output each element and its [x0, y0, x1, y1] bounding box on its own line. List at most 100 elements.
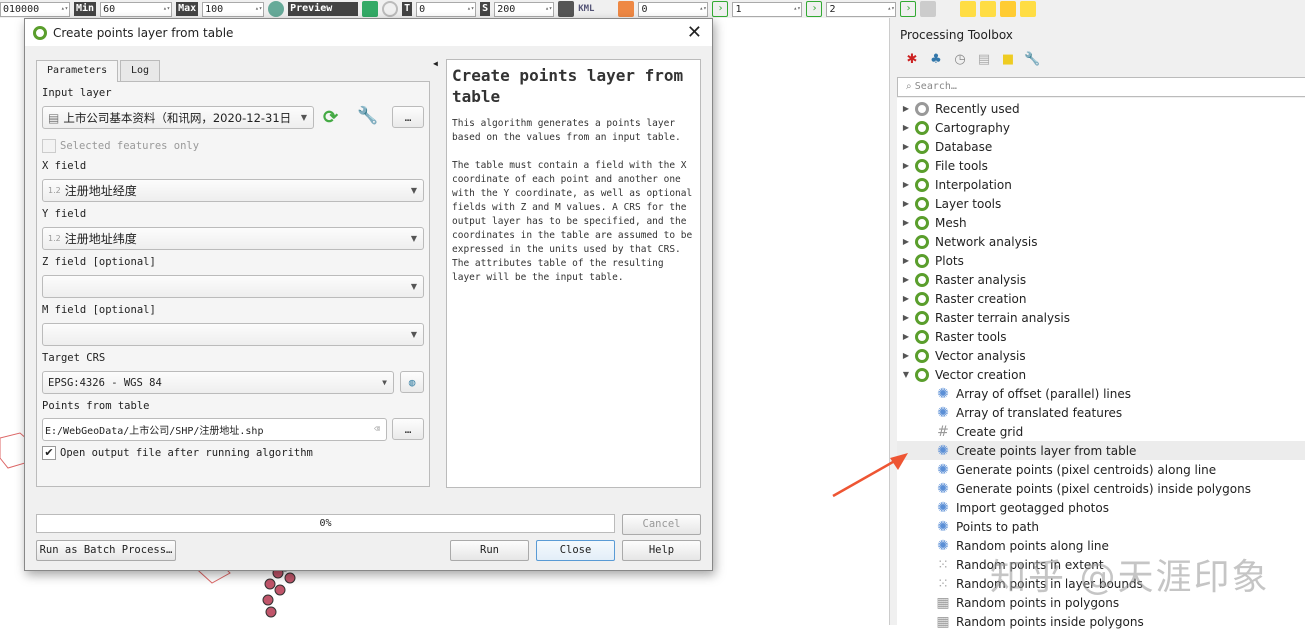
caret-right-icon[interactable]: ▶ — [897, 313, 915, 322]
caret-right-icon[interactable]: ▶ — [897, 180, 915, 189]
caret-right-icon[interactable]: ▶ — [897, 199, 915, 208]
help-title: Create points layer from table — [452, 66, 684, 106]
options-icon[interactable]: 🔧 — [1024, 52, 1040, 68]
tree-item[interactable]: ✺ Create points layer from table — [897, 441, 1305, 460]
trash-icon[interactable] — [558, 1, 575, 17]
toolbox-search-input[interactable]: ⌕ Search… — [897, 77, 1305, 97]
globe-search-icon[interactable] — [268, 1, 285, 17]
caret-right-icon[interactable]: ▶ — [897, 237, 915, 246]
tree-group[interactable]: ▶ Vector analysis — [897, 346, 1305, 365]
gear-icon: ✺ — [937, 404, 949, 421]
tree-group[interactable]: ▶ Mesh — [897, 213, 1305, 232]
z-field-combo[interactable]: ▼ — [42, 275, 424, 298]
m-field-combo[interactable]: ▼ — [42, 323, 424, 346]
caret-right-icon[interactable]: ▶ — [897, 123, 915, 132]
kml-button[interactable]: KML — [578, 4, 594, 14]
s-input[interactable]: 200 — [494, 1, 555, 17]
batch-process-button[interactable]: Run as Batch Process… — [36, 540, 176, 561]
field2-input[interactable]: 1 — [732, 1, 803, 17]
tree-item[interactable]: ▦ Random points inside polygons — [897, 612, 1305, 631]
identify-icon[interactable] — [1020, 1, 1037, 17]
t-input[interactable]: 0 — [416, 1, 477, 17]
caret-right-icon[interactable]: ▶ — [897, 161, 915, 170]
history-icon[interactable]: ◷ — [952, 52, 968, 68]
tree-group[interactable]: ▶ Raster analysis — [897, 270, 1305, 289]
y-field-combo[interactable]: 1.2 注册地址纬度 ▼ — [42, 227, 424, 250]
max-input[interactable]: 100 — [202, 1, 265, 17]
caret-right-icon[interactable]: ▶ — [897, 104, 915, 113]
tree-group[interactable]: ▶ Interpolation — [897, 175, 1305, 194]
tree-item[interactable]: ✺ Points to path — [897, 517, 1305, 536]
tree-group[interactable]: ▼ Vector creation — [897, 365, 1305, 384]
close-icon[interactable]: ✕ — [687, 22, 702, 43]
output-options-button[interactable]: … — [392, 418, 424, 440]
layer-options-button[interactable]: … — [392, 106, 424, 128]
output-label: Points from table — [42, 400, 150, 412]
tree-item[interactable]: ✺ Array of translated features — [897, 403, 1305, 422]
caret-right-icon[interactable]: ▶ — [897, 256, 915, 265]
grid-icon[interactable] — [920, 1, 937, 17]
collapse-arrow-icon[interactable]: ◀ — [433, 59, 438, 68]
tree-item[interactable]: # Create grid — [897, 422, 1305, 441]
tree-item-label: Random points inside polygons — [956, 614, 1144, 629]
select-icon[interactable] — [960, 1, 977, 17]
output-path-input[interactable]: E:/WebGeoData/上市公司/SHP/注册地址.shp ⌫ — [42, 418, 387, 441]
tree-group[interactable]: ▶ Cartography — [897, 118, 1305, 137]
run-button[interactable]: Run — [450, 540, 529, 561]
deselect-icon[interactable] — [1000, 1, 1017, 17]
tree-group[interactable]: ▶ Raster terrain analysis — [897, 308, 1305, 327]
help-button[interactable]: Help — [622, 540, 701, 561]
edit-features-icon[interactable]: ■ — [1000, 52, 1016, 68]
attributes-icon[interactable] — [980, 1, 997, 17]
x-field-combo[interactable]: 1.2 注册地址经度 ▼ — [42, 179, 424, 202]
min-label: Min — [74, 2, 97, 16]
tab-parameters[interactable]: Parameters — [36, 60, 119, 82]
tree-group[interactable]: ▶ Layer tools — [897, 194, 1305, 213]
cancel-button[interactable]: Cancel — [622, 514, 701, 535]
caret-right-icon[interactable]: ▶ — [897, 294, 915, 303]
add-icon[interactable] — [362, 1, 379, 17]
caret-right-icon[interactable]: ▶ — [897, 275, 915, 284]
refresh-icon[interactable] — [382, 1, 399, 17]
clear-icon[interactable]: ⌫ — [374, 424, 380, 435]
tree-group[interactable]: ▶ Raster creation — [897, 289, 1305, 308]
input-layer-combo[interactable]: ▤ 上市公司基本资料（和讯网，2020-12-31日 ▼ — [42, 106, 314, 129]
caret-right-icon[interactable]: ▶ — [897, 218, 915, 227]
target-crs-combo[interactable]: EPSG:4326 - WGS 84 ▼ — [42, 371, 394, 394]
tree-group[interactable]: ▶ File tools — [897, 156, 1305, 175]
close-button[interactable]: Close — [536, 540, 615, 561]
models-icon[interactable]: ✱ — [904, 52, 920, 68]
wrench-icon[interactable]: 🔧 — [357, 106, 378, 126]
caret-down-icon[interactable]: ▼ — [897, 370, 915, 379]
next-icon[interactable]: › — [712, 1, 729, 17]
results-icon[interactable]: ▤ — [976, 52, 992, 68]
open-output-checkbox[interactable]: ✔ — [42, 446, 56, 460]
tree-group[interactable]: ▶ Recently used — [897, 99, 1305, 118]
tree-group[interactable]: ▶ Database — [897, 137, 1305, 156]
tree-group[interactable]: ▶ Raster tools — [897, 327, 1305, 346]
iterate-icon[interactable]: ⟳ — [323, 107, 338, 128]
field3-input[interactable]: 2 — [826, 1, 897, 17]
preview-button[interactable]: Preview — [288, 2, 359, 16]
selected-only-checkbox[interactable] — [42, 139, 56, 153]
caret-right-icon[interactable]: ▶ — [897, 142, 915, 151]
table-icon[interactable] — [618, 1, 635, 17]
min-input[interactable]: 60 — [100, 1, 173, 17]
next-icon[interactable]: › — [806, 1, 823, 17]
qgis-icon — [915, 177, 929, 192]
tree-item[interactable]: ✺ Generate points (pixel centroids) along… — [897, 460, 1305, 479]
tree-group[interactable]: ▶ Network analysis — [897, 232, 1305, 251]
tree-item[interactable]: ✺ Import geotagged photos — [897, 498, 1305, 517]
tab-log[interactable]: Log — [120, 60, 161, 81]
tree-item[interactable]: ✺ Array of offset (parallel) lines — [897, 384, 1305, 403]
caret-right-icon[interactable]: ▶ — [897, 332, 915, 341]
crs-selector-button[interactable]: ◍ — [400, 371, 424, 393]
scale-input[interactable]: 010000 — [0, 1, 70, 17]
python-icon[interactable]: ♣ — [928, 52, 944, 68]
field1-input[interactable]: 0 — [638, 1, 709, 17]
caret-right-icon[interactable]: ▶ — [897, 351, 915, 360]
next-icon[interactable]: › — [900, 1, 917, 17]
search-icon: ⌕ — [906, 81, 915, 92]
tree-group[interactable]: ▶ Plots — [897, 251, 1305, 270]
tree-item[interactable]: ✺ Generate points (pixel centroids) insid… — [897, 479, 1305, 498]
